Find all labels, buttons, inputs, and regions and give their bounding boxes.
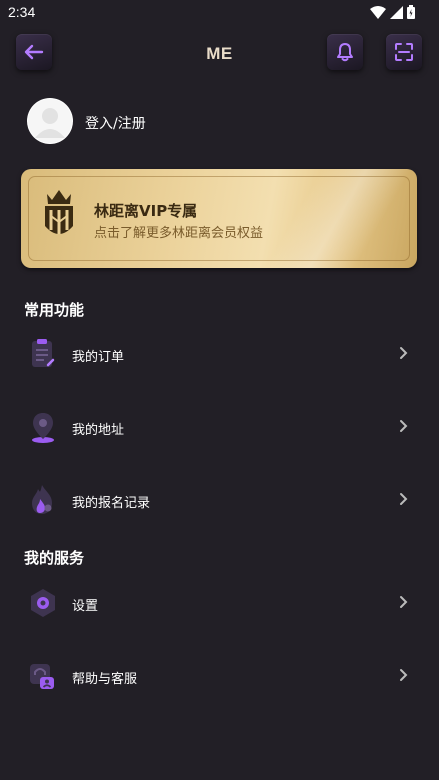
wifi-icon [370, 5, 386, 19]
headset-icon [30, 664, 54, 689]
bell-icon [337, 43, 353, 62]
menu-item-settings[interactable]: 设置 [0, 573, 439, 633]
menu-item-label: 我的地址 [72, 423, 125, 438]
menu-item-registration-records[interactable]: 我的报名记录 [0, 470, 439, 530]
scan-button[interactable] [386, 34, 422, 70]
chevron-right-icon [400, 669, 408, 681]
status-bar: 2:34 [0, 0, 439, 26]
battery-icon [407, 5, 415, 19]
chevron-right-icon [400, 596, 408, 608]
login-register-link[interactable]: 登入/注册 [85, 113, 146, 133]
menu-item-orders[interactable]: 我的订单 [0, 324, 439, 384]
avatar[interactable] [27, 98, 73, 144]
section-heading-common: 常用功能 [24, 301, 85, 319]
status-icons [370, 5, 415, 19]
vip-title: 林距离VIP专属 [94, 202, 198, 220]
signal-icon [390, 5, 403, 19]
menu-item-help-support[interactable]: 帮助与客服 [0, 646, 439, 706]
vip-card-border [28, 176, 410, 261]
vip-subtitle: 点击了解更多林距离会员权益 [94, 226, 264, 241]
menu-item-address[interactable]: 我的地址 [0, 397, 439, 457]
hexagon-gear-icon [31, 589, 55, 617]
location-pin-icon [32, 413, 54, 443]
clipboard-icon [32, 339, 55, 367]
menu-item-label: 我的订单 [72, 350, 125, 365]
menu-item-label: 设置 [72, 599, 99, 614]
notifications-button[interactable] [327, 34, 363, 70]
chevron-right-icon [400, 420, 408, 432]
section-heading-services: 我的服务 [24, 549, 85, 567]
chevron-right-icon [400, 493, 408, 505]
page-title: ME [206, 44, 233, 63]
scan-icon [395, 43, 413, 61]
chevron-right-icon [400, 347, 408, 359]
flame-icon [32, 485, 52, 514]
menu-item-label: 帮助与客服 [72, 672, 138, 687]
user-placeholder-icon [28, 99, 72, 143]
status-time: 2:34 [8, 4, 36, 20]
menu-item-label: 我的报名记录 [72, 496, 151, 511]
crown-crest-icon [34, 186, 84, 248]
